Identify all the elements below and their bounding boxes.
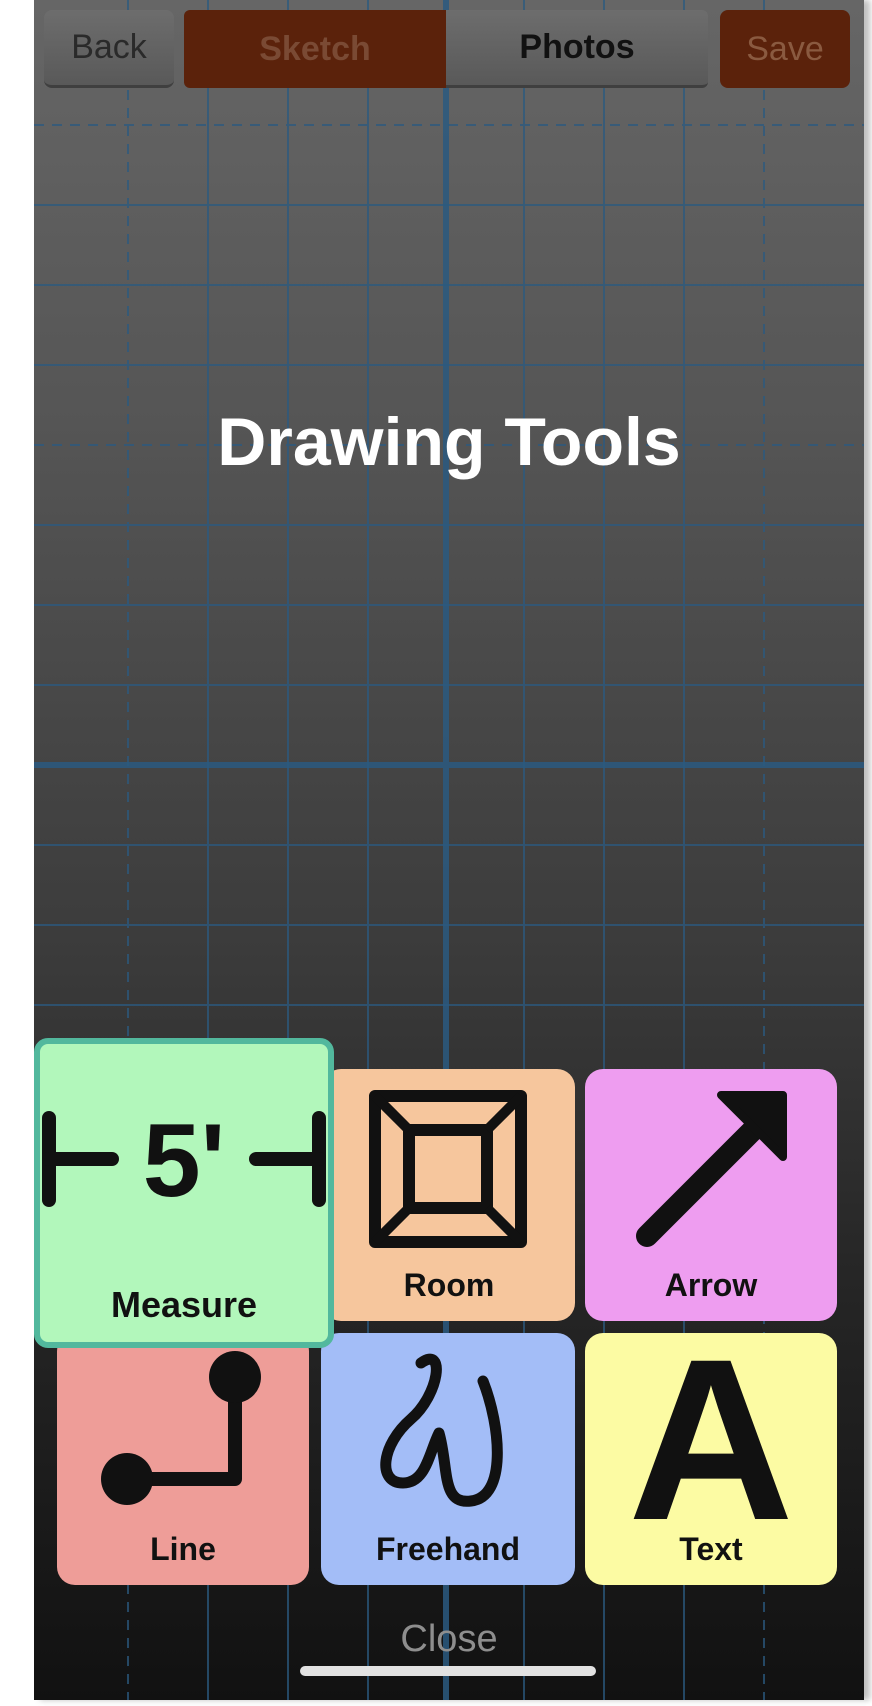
tool-measure-button[interactable]: 5' Measure [34, 1038, 334, 1348]
page-title: Drawing Tools [217, 404, 681, 480]
tool-line-button[interactable]: Line [57, 1333, 309, 1585]
tool-freehand-button[interactable]: Freehand [321, 1333, 575, 1585]
tool-line-label: Line [150, 1531, 216, 1567]
tool-room-label: Room [403, 1267, 495, 1303]
tool-freehand-label: Freehand [375, 1531, 521, 1567]
app-screen: Back Sketch Photos Save Drawing Tools Ro… [34, 0, 864, 1700]
save-button[interactable]: Save [720, 10, 850, 88]
tool-arrow-label: Arrow [664, 1267, 758, 1303]
back-button[interactable]: Back [44, 10, 174, 88]
svg-text:5': 5' [143, 1103, 226, 1219]
tool-room-button[interactable]: Room [323, 1069, 575, 1321]
home-indicator[interactable] [300, 1666, 596, 1676]
close-button[interactable]: Close [34, 1618, 864, 1661]
tool-arrow-button[interactable]: Arrow [585, 1069, 837, 1321]
tool-measure-label: Measure [110, 1284, 258, 1325]
tab-sketch[interactable]: Sketch [184, 10, 446, 88]
tab-photos[interactable]: Photos [446, 10, 708, 88]
tool-text-label: Text [679, 1531, 743, 1567]
tool-text-button[interactable]: A Text [585, 1333, 837, 1585]
